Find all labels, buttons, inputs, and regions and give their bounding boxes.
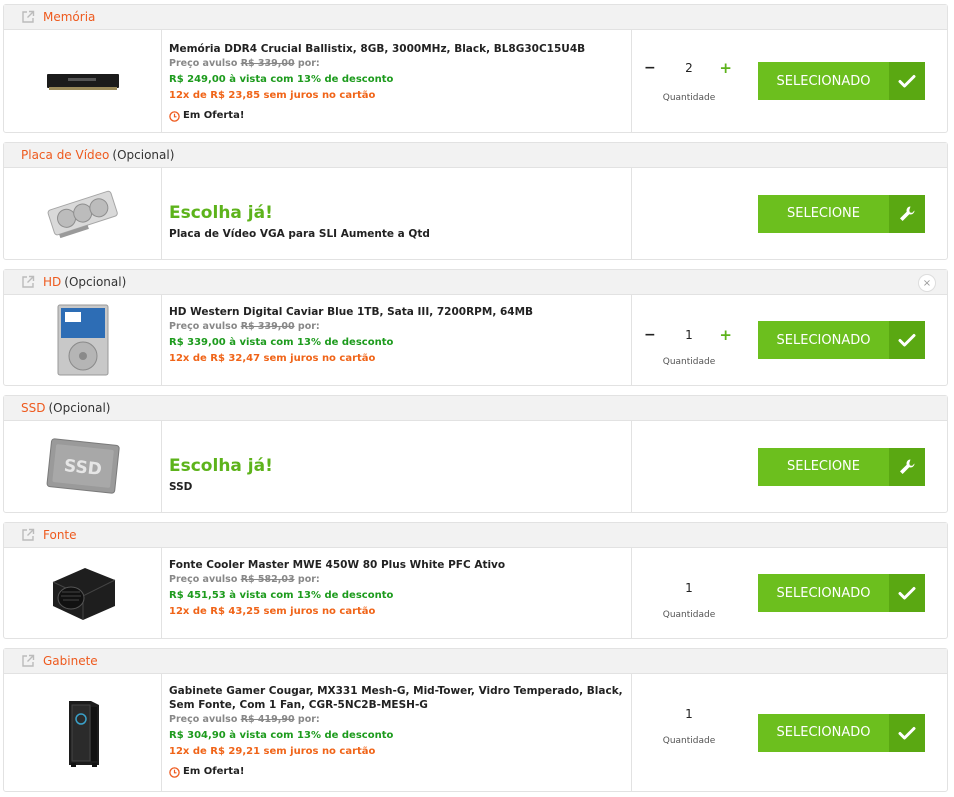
price-parcelado: 12x de R$ 32,47 sem juros no cartão bbox=[169, 353, 376, 364]
price-avulso: Preço avulso R$ 582,03 por: bbox=[169, 574, 320, 585]
wrench-icon bbox=[889, 194, 925, 233]
ram-image bbox=[46, 74, 119, 90]
qty-increase-button[interactable]: + bbox=[719, 59, 732, 77]
button-label: SELECIONADO bbox=[776, 332, 871, 348]
optional-tag: (Opcional) bbox=[64, 275, 127, 289]
section-header: Memória bbox=[4, 5, 947, 30]
quantity-control: − 1 + Quantidade bbox=[631, 295, 746, 385]
section-header: Placa de Vídeo (Opcional) bbox=[4, 143, 947, 168]
check-icon bbox=[889, 321, 925, 359]
button-label: SELECIONE bbox=[786, 459, 860, 474]
section-header: HD (Opcional) × bbox=[4, 270, 947, 295]
button-label: SELECIONE bbox=[786, 206, 860, 221]
product-image[interactable] bbox=[4, 30, 162, 132]
case-image bbox=[68, 700, 99, 767]
product-title[interactable]: HD Western Digital Caviar Blue 1TB, Sata… bbox=[169, 305, 629, 319]
quantity-control: 1 Quantidade bbox=[631, 548, 746, 638]
button-label: SELECIONADO bbox=[776, 725, 871, 740]
price-avulso: Preço avulso R$ 419,90 por: bbox=[169, 714, 320, 725]
offer-badge: Em Oferta! bbox=[169, 108, 629, 124]
quantity-column bbox=[631, 168, 746, 259]
selected-button[interactable]: SELECIONADO bbox=[758, 574, 925, 612]
qty-label: Quantidade bbox=[662, 610, 716, 620]
svg-text:SSD: SSD bbox=[63, 456, 103, 480]
price-vista: R$ 304,90 à vista com 13% de desconto bbox=[169, 730, 394, 741]
component-section-memoria: Memória Memória DDR4 Crucial Ballistix, … bbox=[3, 4, 948, 133]
qty-label: Quantidade bbox=[662, 357, 716, 367]
product-title[interactable]: Fonte Cooler Master MWE 450W 80 Plus Whi… bbox=[169, 558, 629, 572]
category-name[interactable]: Memória bbox=[43, 10, 95, 24]
button-label: SELECIONADO bbox=[776, 73, 871, 89]
external-link-icon[interactable] bbox=[21, 275, 35, 289]
qty-value: 1 bbox=[685, 707, 693, 721]
section-header: SSD (Opcional) bbox=[4, 396, 947, 421]
product-title[interactable]: Memória DDR4 Crucial Ballistix, 8GB, 300… bbox=[169, 42, 629, 56]
qty-decrease-button[interactable]: − bbox=[644, 327, 656, 343]
quantity-column bbox=[631, 421, 746, 512]
qty-value: 1 bbox=[685, 581, 693, 595]
external-link-icon[interactable] bbox=[21, 528, 35, 542]
qty-label: Quantidade bbox=[662, 93, 716, 103]
gpu-image bbox=[47, 190, 118, 238]
qty-decrease-button[interactable]: − bbox=[644, 60, 656, 76]
remove-button[interactable]: × bbox=[918, 274, 936, 292]
price-vista: R$ 249,00 à vista com 13% de desconto bbox=[169, 74, 394, 85]
category-name[interactable]: Gabinete bbox=[43, 654, 98, 668]
external-link-icon[interactable] bbox=[21, 10, 35, 24]
category-description: Placa de Vídeo VGA para SLI Aumente a Qt… bbox=[169, 228, 430, 240]
component-section-ssd: SSD (Opcional) SSD Escolha já! SSD SELEC… bbox=[3, 395, 948, 513]
product-image[interactable] bbox=[4, 168, 162, 259]
check-icon bbox=[889, 574, 925, 612]
category-name[interactable]: SSD bbox=[21, 401, 45, 415]
clock-icon bbox=[169, 110, 180, 122]
product-title[interactable]: Gabinete Gamer Cougar, MX331 Mesh-G, Mid… bbox=[169, 684, 629, 712]
selected-button[interactable]: SELECIONADO bbox=[758, 713, 925, 752]
component-section-gabinete: Gabinete Gabinete Gamer Cougar, MX331 Me… bbox=[3, 648, 948, 792]
external-link-icon[interactable] bbox=[21, 654, 35, 668]
category-name[interactable]: Fonte bbox=[43, 528, 77, 542]
check-icon bbox=[889, 713, 925, 752]
component-section-fonte: Fonte Fonte Cooler Master MWE 450W 80 Pl… bbox=[3, 522, 948, 639]
check-icon bbox=[889, 62, 925, 100]
qty-value: 2 bbox=[685, 61, 693, 75]
offer-badge: Em Oferta! bbox=[169, 764, 629, 780]
quantity-control: 1 Quantidade bbox=[631, 674, 746, 791]
price-vista: R$ 451,53 à vista com 13% de desconto bbox=[169, 590, 394, 601]
product-image[interactable] bbox=[4, 548, 162, 638]
price-parcelado: 12x de R$ 23,85 sem juros no cartão bbox=[169, 90, 376, 101]
qty-label: Quantidade bbox=[662, 736, 716, 746]
select-button[interactable]: SELECIONE bbox=[758, 194, 925, 233]
section-header: Gabinete bbox=[4, 649, 947, 674]
component-section-hd: HD (Opcional) × HD Western Digital Cavia… bbox=[3, 269, 948, 386]
optional-tag: (Opcional) bbox=[112, 148, 175, 162]
category-name[interactable]: HD bbox=[43, 275, 61, 289]
price-parcelado: 12x de R$ 43,25 sem juros no cartão bbox=[169, 606, 376, 617]
product-image[interactable] bbox=[4, 295, 162, 385]
section-header: Fonte bbox=[4, 523, 947, 548]
price-avulso: Preço avulso R$ 339,00 por: bbox=[169, 321, 320, 332]
qty-increase-button[interactable]: + bbox=[719, 326, 732, 344]
choose-prompt: Escolha já! bbox=[169, 456, 273, 476]
price-parcelado: 12x de R$ 29,21 sem juros no cartão bbox=[169, 746, 376, 757]
category-description: SSD bbox=[169, 481, 193, 493]
clock-icon bbox=[169, 766, 180, 778]
select-button[interactable]: SELECIONE bbox=[758, 447, 925, 486]
product-image[interactable] bbox=[4, 674, 162, 791]
selected-button[interactable]: SELECIONADO bbox=[758, 62, 925, 100]
wrench-icon bbox=[889, 447, 925, 486]
category-name[interactable]: Placa de Vídeo bbox=[21, 148, 109, 162]
choose-prompt: Escolha já! bbox=[169, 203, 273, 223]
optional-tag: (Opcional) bbox=[48, 401, 111, 415]
hd-image bbox=[57, 304, 108, 376]
price-vista: R$ 339,00 à vista com 13% de desconto bbox=[169, 337, 394, 348]
qty-value: 1 bbox=[685, 328, 693, 342]
price-avulso: Preço avulso R$ 339,00 por: bbox=[169, 58, 320, 69]
button-label: SELECIONADO bbox=[776, 585, 871, 601]
selected-button[interactable]: SELECIONADO bbox=[758, 321, 925, 359]
psu-image bbox=[52, 568, 115, 620]
quantity-control: − 2 + Quantidade bbox=[631, 30, 746, 132]
product-image[interactable]: SSD bbox=[4, 421, 162, 512]
component-section-placa-video: Placa de Vídeo (Opcional) Escolha já! Pl… bbox=[3, 142, 948, 260]
ssd-image: SSD bbox=[46, 437, 120, 494]
